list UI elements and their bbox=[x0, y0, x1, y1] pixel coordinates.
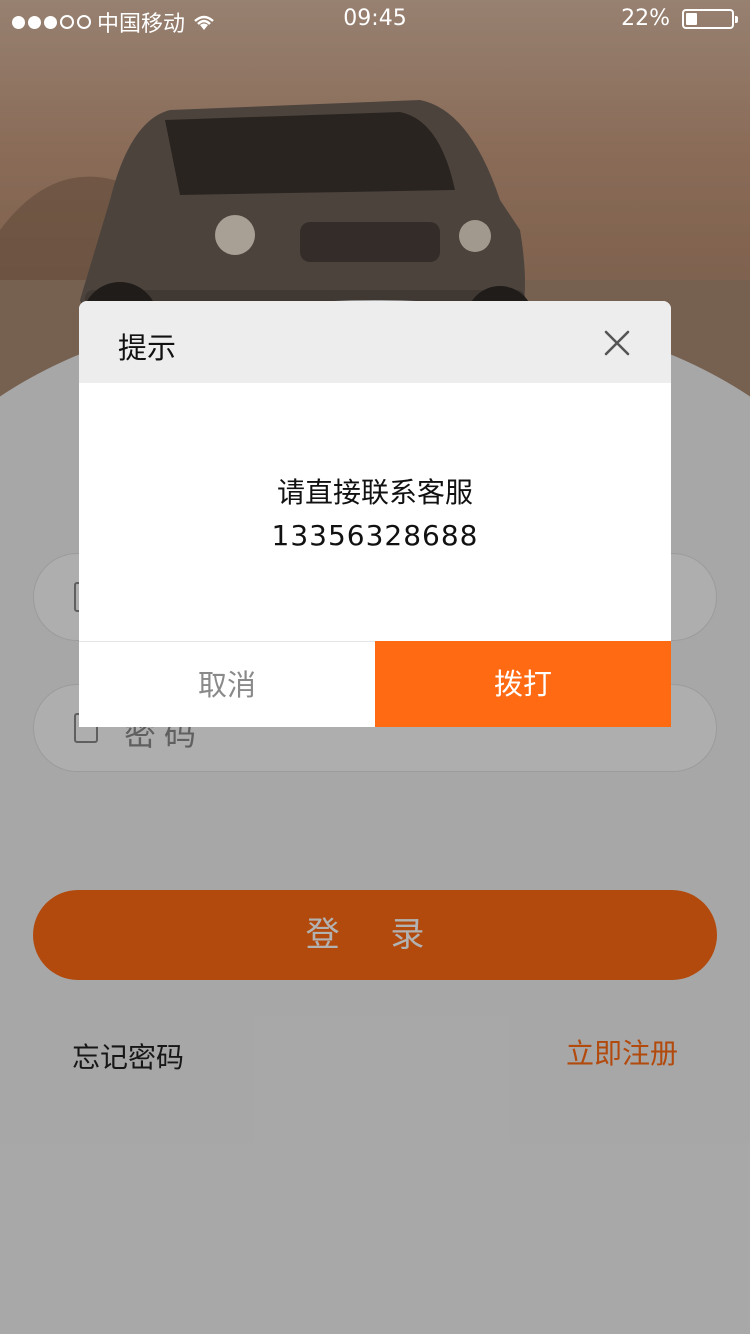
dialog-phone-number: 13356328688 bbox=[271, 519, 479, 552]
call-button[interactable]: 拨打 bbox=[375, 641, 671, 727]
status-right: 22% bbox=[621, 6, 738, 31]
dialog-message: 请直接联系客服 bbox=[276, 476, 473, 509]
status-bar: 中国移动 09:45 22% bbox=[0, 0, 750, 40]
dialog-title: 提示 bbox=[118, 331, 177, 365]
dialog-footer: 取消 拨打 bbox=[79, 641, 671, 727]
dialog-body: 请直接联系客服 13356328688 bbox=[79, 383, 671, 641]
dialog-header: 提示 bbox=[79, 301, 671, 383]
cancel-button[interactable]: 取消 bbox=[79, 642, 375, 727]
battery-icon bbox=[682, 8, 738, 29]
battery-percent: 22% bbox=[621, 6, 670, 31]
close-icon[interactable] bbox=[603, 329, 631, 357]
battery-fill bbox=[686, 12, 697, 25]
contact-dialog: 提示 请直接联系客服 13356328688 取消 拨打 bbox=[79, 301, 671, 727]
